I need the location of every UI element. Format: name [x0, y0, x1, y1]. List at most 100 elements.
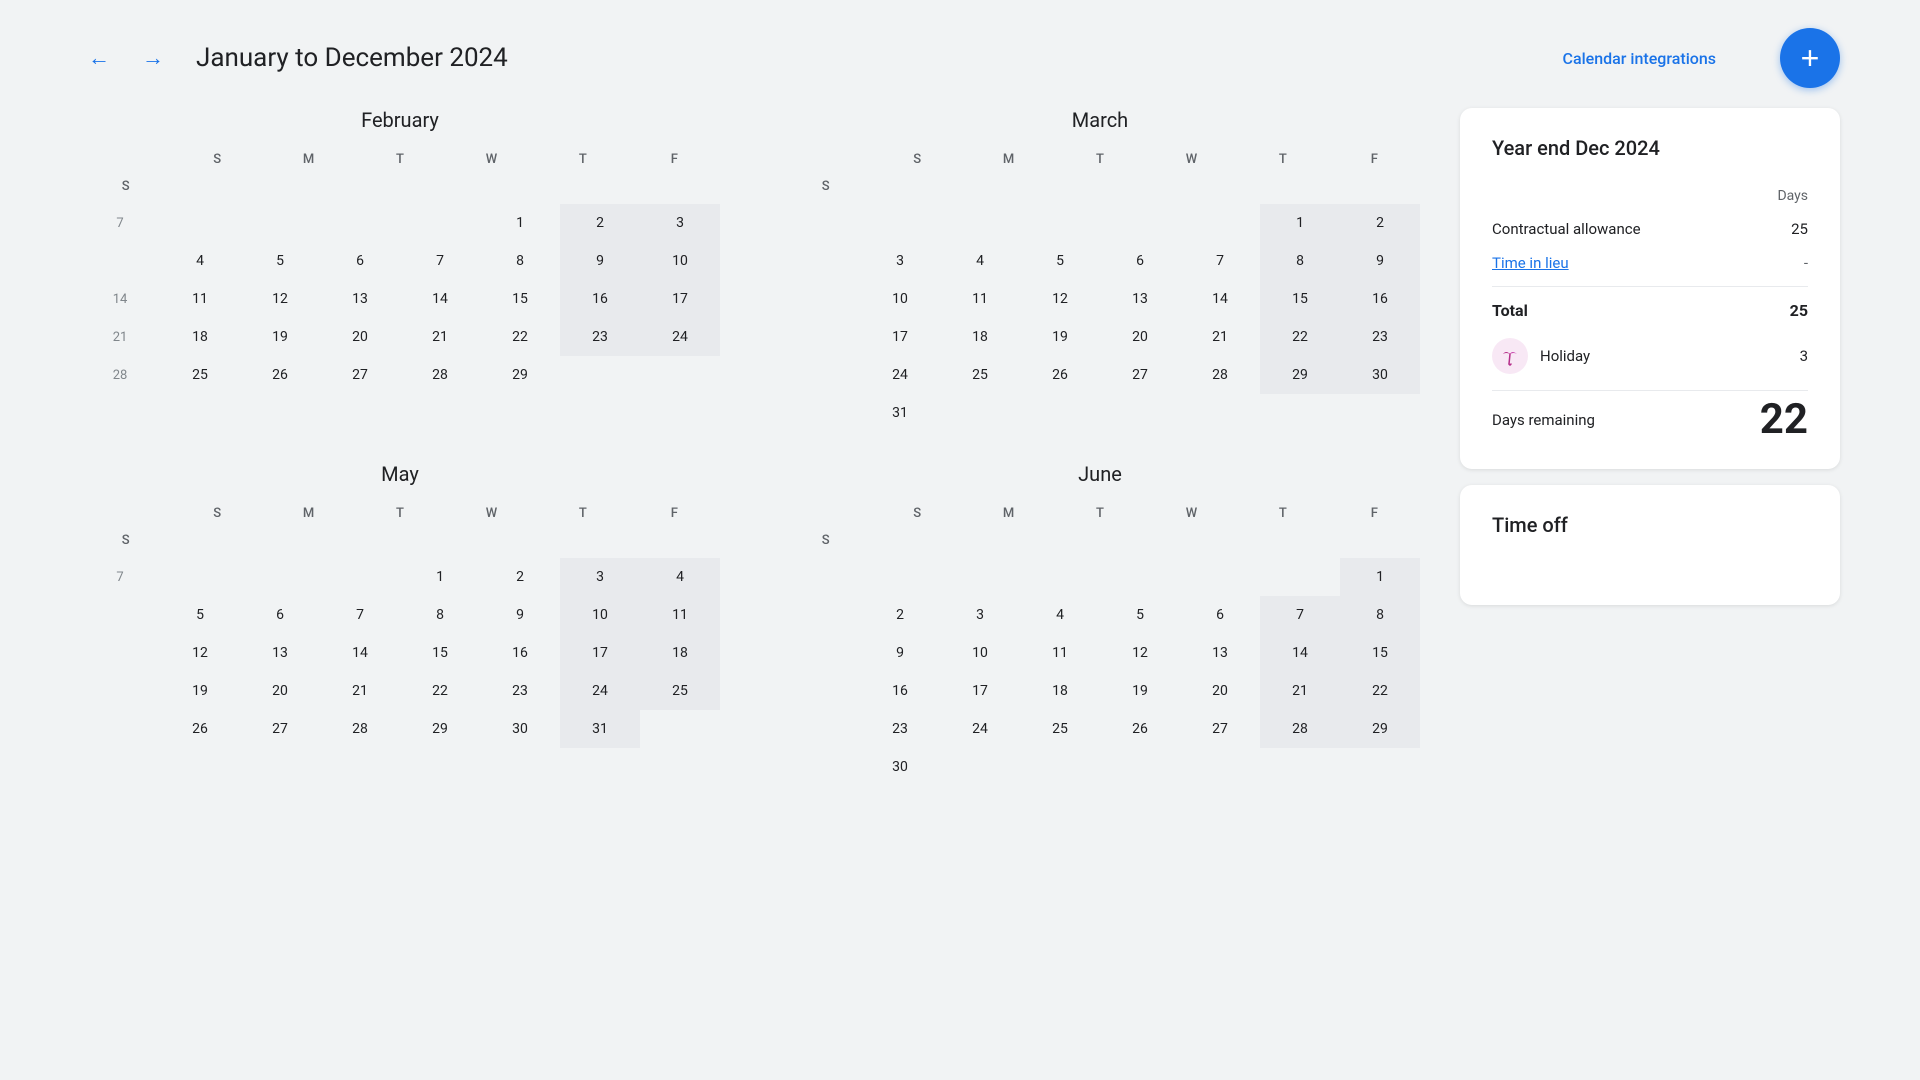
cal-day[interactable]: 21	[400, 318, 480, 356]
cal-day[interactable]: 4	[940, 242, 1020, 280]
cal-day[interactable]: 20	[240, 672, 320, 710]
cal-day[interactable]: 22	[1340, 672, 1420, 710]
cal-day[interactable]: 27	[1100, 356, 1180, 394]
cal-day[interactable]: 25	[640, 672, 720, 710]
cal-day[interactable]: 26	[1100, 710, 1180, 748]
cal-day[interactable]: 13	[320, 280, 400, 318]
cal-day[interactable]	[1100, 204, 1180, 242]
prev-arrow[interactable]: ←	[80, 41, 118, 75]
cal-day[interactable]: 1	[480, 204, 560, 242]
cal-day[interactable]: 4	[1020, 596, 1100, 634]
cal-day[interactable]: 10	[940, 634, 1020, 672]
cal-day[interactable]: 22	[1260, 318, 1340, 356]
cal-day[interactable]: 20	[1180, 672, 1260, 710]
cal-day[interactable]: 3	[560, 558, 640, 596]
cal-day[interactable]: 7	[320, 596, 400, 634]
cal-day[interactable]: 13	[1100, 280, 1180, 318]
cal-day[interactable]: 27	[320, 356, 400, 394]
cal-day[interactable]	[1020, 204, 1100, 242]
cal-day[interactable]: 15	[1340, 634, 1420, 672]
cal-day[interactable]: 8	[400, 596, 480, 634]
cal-day[interactable]: 29	[1340, 710, 1420, 748]
cal-day[interactable]: 26	[240, 356, 320, 394]
cal-day[interactable]: 14	[1180, 280, 1260, 318]
calendar-integrations-link[interactable]: Calendar integrations	[1563, 49, 1716, 68]
cal-day[interactable]: 10	[560, 596, 640, 634]
cal-day[interactable]: 23	[860, 710, 940, 748]
cal-day[interactable]: 12	[240, 280, 320, 318]
cal-day[interactable]: 7	[400, 242, 480, 280]
cal-day[interactable]	[1260, 558, 1340, 596]
cal-day[interactable]: 6	[320, 242, 400, 280]
cal-day[interactable]: 30	[1340, 356, 1420, 394]
cal-day[interactable]: 17	[860, 318, 940, 356]
cal-day[interactable]	[860, 204, 940, 242]
cal-day[interactable]: 4	[160, 242, 240, 280]
cal-day[interactable]: 6	[240, 596, 320, 634]
cal-day[interactable]: 18	[160, 318, 240, 356]
cal-day[interactable]: 20	[320, 318, 400, 356]
cal-day[interactable]: 23	[560, 318, 640, 356]
cal-day[interactable]: 14	[400, 280, 480, 318]
cal-day[interactable]: 12	[160, 634, 240, 672]
cal-day[interactable]: 14	[320, 634, 400, 672]
cal-day[interactable]: 21	[1180, 318, 1260, 356]
cal-day[interactable]	[560, 356, 640, 394]
cal-day[interactable]: 22	[400, 672, 480, 710]
cal-day[interactable]: 18	[1020, 672, 1100, 710]
cal-day[interactable]: 18	[640, 634, 720, 672]
cal-day[interactable]: 15	[1260, 280, 1340, 318]
cal-day[interactable]	[240, 558, 320, 596]
cal-day[interactable]: 29	[400, 710, 480, 748]
cal-day[interactable]	[1100, 558, 1180, 596]
cal-day[interactable]: 20	[1100, 318, 1180, 356]
cal-day[interactable]	[320, 204, 400, 242]
cal-day[interactable]: 13	[1180, 634, 1260, 672]
cal-day[interactable]	[1020, 394, 1100, 432]
cal-day[interactable]	[640, 356, 720, 394]
cal-day[interactable]: 3	[640, 204, 720, 242]
cal-day[interactable]: 7	[1260, 596, 1340, 634]
cal-day[interactable]	[640, 710, 720, 748]
cal-day[interactable]: 19	[160, 672, 240, 710]
cal-day[interactable]	[940, 558, 1020, 596]
cal-day[interactable]: 10	[860, 280, 940, 318]
cal-day[interactable]: 9	[860, 634, 940, 672]
cal-day[interactable]: 28	[400, 356, 480, 394]
cal-day[interactable]: 9	[560, 242, 640, 280]
cal-day[interactable]	[1340, 394, 1420, 432]
cal-day[interactable]	[1020, 748, 1100, 786]
cal-day[interactable]	[1180, 394, 1260, 432]
cal-day[interactable]: 23	[480, 672, 560, 710]
cal-day[interactable]	[160, 558, 240, 596]
cal-day[interactable]: 11	[1020, 634, 1100, 672]
cal-day[interactable]: 1	[1340, 558, 1420, 596]
cal-day[interactable]: 5	[240, 242, 320, 280]
cal-day[interactable]: 2	[860, 596, 940, 634]
cal-day[interactable]: 12	[1020, 280, 1100, 318]
cal-day[interactable]: 28	[1260, 710, 1340, 748]
cal-day[interactable]: 24	[940, 710, 1020, 748]
cal-day[interactable]	[940, 748, 1020, 786]
cal-day[interactable]: 10	[640, 242, 720, 280]
cal-day[interactable]: 16	[480, 634, 560, 672]
cal-day[interactable]: 9	[480, 596, 560, 634]
next-arrow[interactable]: →	[134, 41, 172, 75]
cal-day[interactable]: 24	[860, 356, 940, 394]
cal-day[interactable]: 16	[560, 280, 640, 318]
cal-day[interactable]	[160, 204, 240, 242]
cal-day[interactable]	[1180, 204, 1260, 242]
cal-day[interactable]: 8	[1260, 242, 1340, 280]
cal-day[interactable]: 5	[1020, 242, 1100, 280]
cal-day[interactable]: 2	[1340, 204, 1420, 242]
cal-day[interactable]: 14	[1260, 634, 1340, 672]
cal-day[interactable]	[1260, 394, 1340, 432]
add-button[interactable]: +	[1780, 28, 1840, 88]
cal-day[interactable]: 4	[640, 558, 720, 596]
cal-day[interactable]: 2	[480, 558, 560, 596]
cal-day[interactable]: 3	[860, 242, 940, 280]
cal-day[interactable]: 27	[1180, 710, 1260, 748]
cal-day[interactable]: 25	[940, 356, 1020, 394]
cal-day[interactable]	[1340, 748, 1420, 786]
cal-day[interactable]: 26	[160, 710, 240, 748]
